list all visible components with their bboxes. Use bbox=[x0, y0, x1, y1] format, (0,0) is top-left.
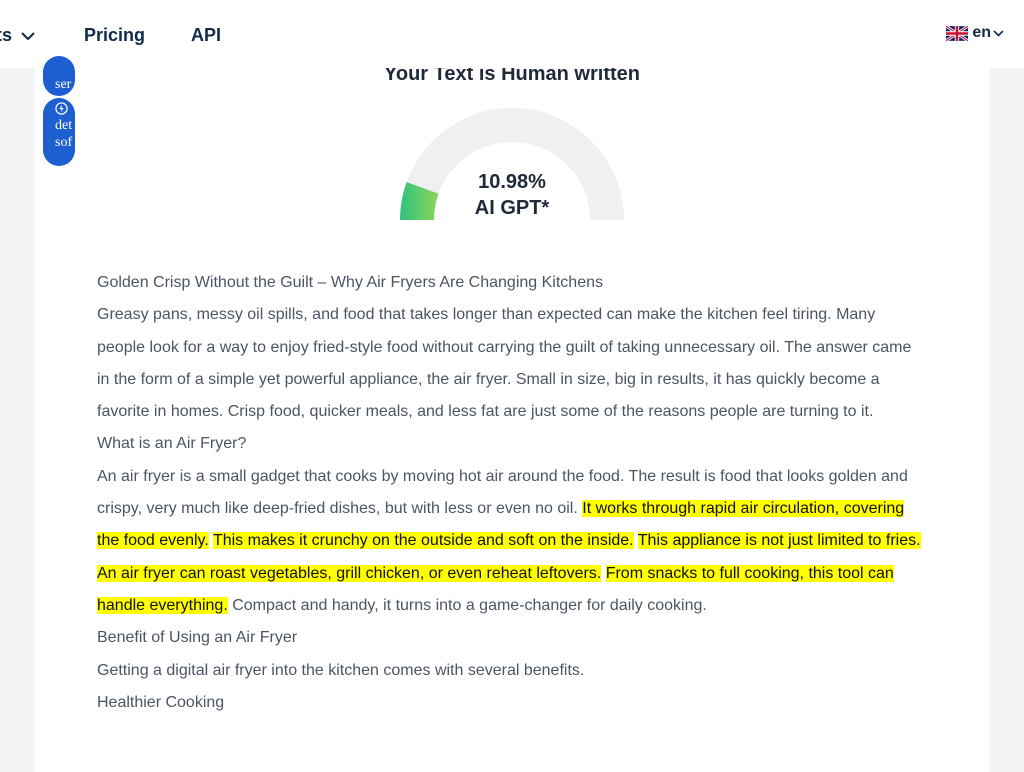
nav-pricing[interactable]: Pricing bbox=[84, 24, 145, 46]
bolt-icon bbox=[55, 102, 68, 115]
side-pill-line-1: det bbox=[55, 118, 73, 133]
highlighted-sentence: This appliance is not just limited to fr… bbox=[637, 532, 921, 550]
language-label: en bbox=[972, 24, 991, 41]
heading-benefit: Benefit of Using an Air Fryer bbox=[97, 629, 298, 647]
gauge-percent: 10.98% bbox=[478, 171, 546, 193]
text-segment: Compact and handy, it turns into a game-… bbox=[227, 596, 707, 614]
language-selector[interactable]: en bbox=[946, 24, 1004, 42]
gauge-caption: AI GPT* bbox=[474, 197, 550, 219]
uk-flag-icon bbox=[946, 25, 969, 41]
article-intro: Greasy pans, messy oil spills, and food … bbox=[97, 306, 912, 421]
analyzed-text: Golden Crisp Without the Guilt – Why Air… bbox=[97, 267, 927, 719]
what-paragraph: An air fryer is a small gadget that cook… bbox=[97, 461, 927, 622]
side-pill-text: ser bbox=[55, 77, 72, 92]
article-title: Golden Crisp Without the Guilt – Why Air… bbox=[97, 274, 603, 291]
side-pill-line-2: sof bbox=[55, 135, 73, 150]
highlighted-sentence: This makes it crunchy on the outside and… bbox=[212, 532, 634, 550]
gauge-value: 10.98% AI GPT* bbox=[400, 169, 624, 221]
chevron-down-icon bbox=[21, 32, 35, 41]
benefit-paragraph: Getting a digital air fryer into the kit… bbox=[97, 661, 585, 679]
nav-api[interactable]: API bbox=[191, 24, 221, 46]
nav-products[interactable]: ts bbox=[0, 24, 35, 46]
chevron-down-icon bbox=[993, 29, 1004, 37]
heading-healthier: Healthier Cooking bbox=[97, 693, 225, 711]
heading-what-is: What is an Air Fryer? bbox=[97, 435, 247, 453]
highlighted-sentence: An air fryer can roast vegetables, grill… bbox=[97, 564, 602, 582]
side-pill-service[interactable]: ser bbox=[43, 56, 75, 96]
top-navigation: ts Pricing API en bbox=[0, 0, 1024, 68]
side-pill-detect[interactable]: det sof bbox=[43, 98, 75, 166]
nav-products-label: ts bbox=[0, 25, 13, 45]
